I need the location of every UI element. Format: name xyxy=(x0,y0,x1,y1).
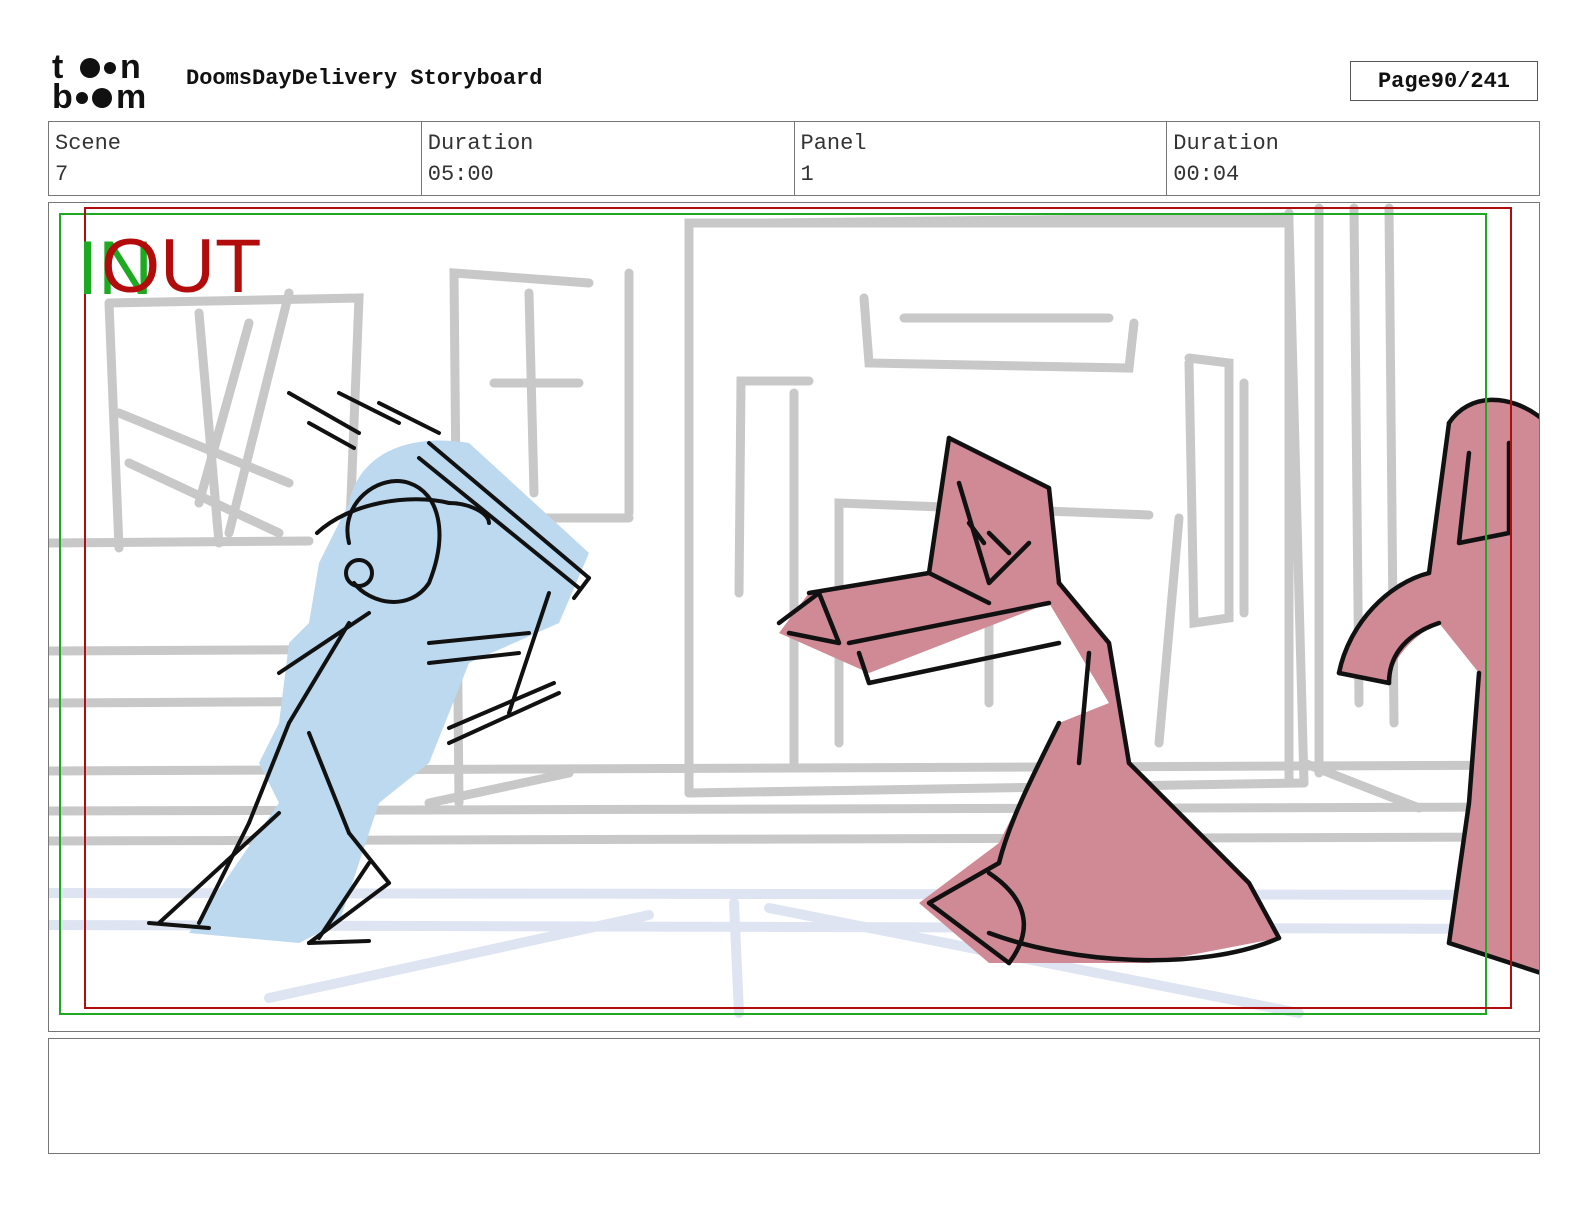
storyboard-panel: IN OUT xyxy=(48,202,1540,1032)
hooded-figure-right xyxy=(1336,397,1539,975)
svg-text:b: b xyxy=(52,78,73,112)
page-indicator: Page 90/241 xyxy=(1350,61,1538,101)
hooded-figure xyxy=(776,435,1282,966)
toon-boom-logo: t n b m xyxy=(52,50,146,112)
panel-label: Panel xyxy=(800,131,867,156)
panel-duration-cell: Duration 00:04 xyxy=(1167,122,1539,195)
page-number: 90/241 xyxy=(1430,68,1511,94)
document-title: DoomsDayDelivery Storyboard xyxy=(186,66,543,91)
panel-notes xyxy=(48,1038,1540,1154)
scene-label: Scene xyxy=(55,131,122,156)
scene-info-row: Scene 7 Duration 05:00 Panel 1 Duration … xyxy=(48,121,1540,196)
scene-duration-label: Duration xyxy=(427,131,534,156)
scene-cell: Scene 7 xyxy=(49,122,422,195)
scene-value: 7 xyxy=(55,162,69,187)
scene-duration-value: 05:00 xyxy=(427,162,494,187)
page-label: Page xyxy=(1377,68,1431,94)
panel-duration-label: Duration xyxy=(1173,131,1279,156)
panel-value: 1 xyxy=(800,162,814,187)
scene-duration-cell: Duration 05:00 xyxy=(422,122,795,195)
panel-duration-value: 00:04 xyxy=(1173,162,1240,187)
panel-cell: Panel 1 xyxy=(795,122,1168,195)
svg-text:m: m xyxy=(116,78,146,112)
panel-sketch xyxy=(49,203,1539,1018)
out-frame-label: OUT xyxy=(101,224,262,309)
